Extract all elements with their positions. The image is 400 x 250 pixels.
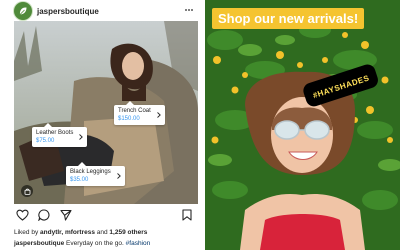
product-tag-trench-coat[interactable]: Trench Coat $150.00 [114, 101, 165, 125]
product-tag-price: $35.00 [70, 177, 89, 183]
story-banner: Shop our new arrivals! [212, 8, 365, 29]
likes-others[interactable]: 1,259 others [109, 229, 147, 236]
post-actions [14, 209, 196, 225]
bookmark-icon[interactable] [182, 209, 192, 221]
likes-prefix: Liked by [14, 229, 41, 236]
product-tag-leather-boots[interactable]: Leather Boots $75.00 [32, 123, 88, 147]
chevron-right-icon [116, 173, 121, 179]
caption-text: Everyday on the go. [64, 240, 126, 247]
product-tag-name: Trench Coat [118, 108, 151, 114]
post-caption: jaspersboutique Everyday on the go. #fas… [14, 240, 150, 247]
likes-users[interactable]: andytlr, mfortress [40, 229, 95, 236]
instagram-post: jaspersboutique Trench Coat $150.00 Leat… [0, 0, 200, 250]
shopping-bag-icon [24, 188, 30, 195]
caption-username[interactable]: jaspersboutique [14, 240, 64, 247]
product-tag-price: $150.00 [118, 116, 140, 122]
comment-icon[interactable] [38, 209, 50, 221]
heart-icon[interactable] [16, 209, 29, 221]
post-photo[interactable]: Trench Coat $150.00 Leather Boots $75.00… [14, 21, 198, 204]
brand-logo-icon [19, 7, 27, 15]
caption-hashtag[interactable]: #fashion [126, 240, 151, 247]
post-username[interactable]: jaspersboutique [37, 7, 99, 16]
share-icon[interactable] [60, 209, 72, 221]
shopping-bag-button[interactable] [21, 185, 33, 197]
product-tag-price: $75.00 [36, 138, 55, 144]
product-tag-name: Black Leggings [70, 169, 111, 175]
avatar[interactable] [14, 2, 32, 20]
chevron-right-icon [156, 112, 161, 118]
product-tag-name: Leather Boots [36, 130, 74, 136]
product-tag-black-leggings[interactable]: Black Leggings $35.00 [66, 162, 125, 186]
story-image[interactable] [205, 0, 400, 250]
post-header: jaspersboutique [14, 1, 99, 21]
likes-line: Liked by andytlr, mfortress and 1,259 ot… [14, 229, 147, 236]
likes-middle: and [94, 229, 110, 236]
chevron-right-icon [79, 134, 84, 140]
story-photo [205, 0, 400, 250]
more-icon[interactable] [185, 8, 193, 12]
